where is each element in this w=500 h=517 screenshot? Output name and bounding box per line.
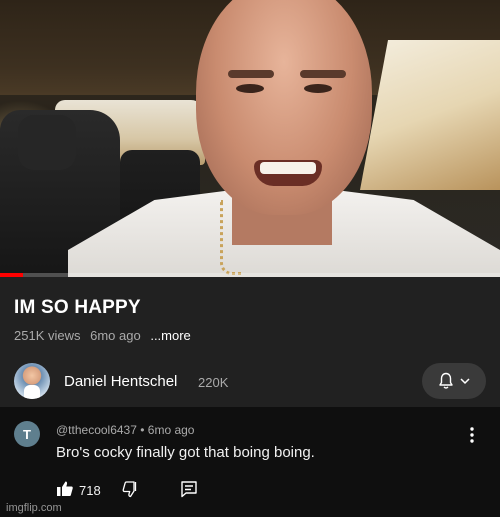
more-options-icon[interactable] — [462, 425, 482, 445]
chevron-down-icon — [460, 378, 470, 385]
more-link[interactable]: ...more — [150, 328, 190, 343]
gold-chain — [220, 200, 242, 275]
comment-text: Bro's cocky finally got that boing boing… — [56, 444, 315, 461]
thumbs-down-icon[interactable] — [122, 480, 140, 498]
right-eyebrow — [300, 70, 346, 78]
subscriber-count: 220K — [198, 375, 229, 390]
teeth — [260, 162, 316, 174]
channel-name[interactable]: Daniel Hentschel — [64, 373, 177, 390]
left-eye — [236, 84, 264, 93]
upload-age: 6mo ago — [90, 328, 141, 343]
comment-item: T @tthecool6437 • 6mo ago Bro's cocky fi… — [0, 407, 500, 517]
comment-actions: 718 — [56, 480, 256, 500]
video-info-panel: IM SO HAPPY 251K views 6mo ago ...more D… — [0, 277, 500, 407]
right-eye — [304, 84, 332, 93]
video-stats: 251K views 6mo ago ...more — [14, 328, 197, 343]
video-title[interactable]: IM SO HAPPY — [14, 297, 141, 319]
channel-avatar[interactable] — [14, 363, 50, 399]
like-count: 718 — [79, 483, 101, 498]
notification-bell-button[interactable] — [422, 363, 486, 399]
reply-icon[interactable] — [180, 480, 198, 498]
headrest — [18, 115, 76, 170]
watermark: imgflip.com — [6, 502, 62, 514]
left-eyebrow — [228, 70, 274, 78]
channel-row: Daniel Hentschel 220K — [0, 363, 500, 399]
thumbs-up-icon[interactable] — [56, 480, 74, 498]
comment-avatar[interactable]: T — [14, 421, 40, 447]
view-count: 251K views — [14, 328, 81, 343]
video-player[interactable] — [0, 0, 500, 277]
bell-icon — [439, 372, 453, 389]
comment-header: @tthecool6437 • 6mo ago — [56, 423, 195, 437]
